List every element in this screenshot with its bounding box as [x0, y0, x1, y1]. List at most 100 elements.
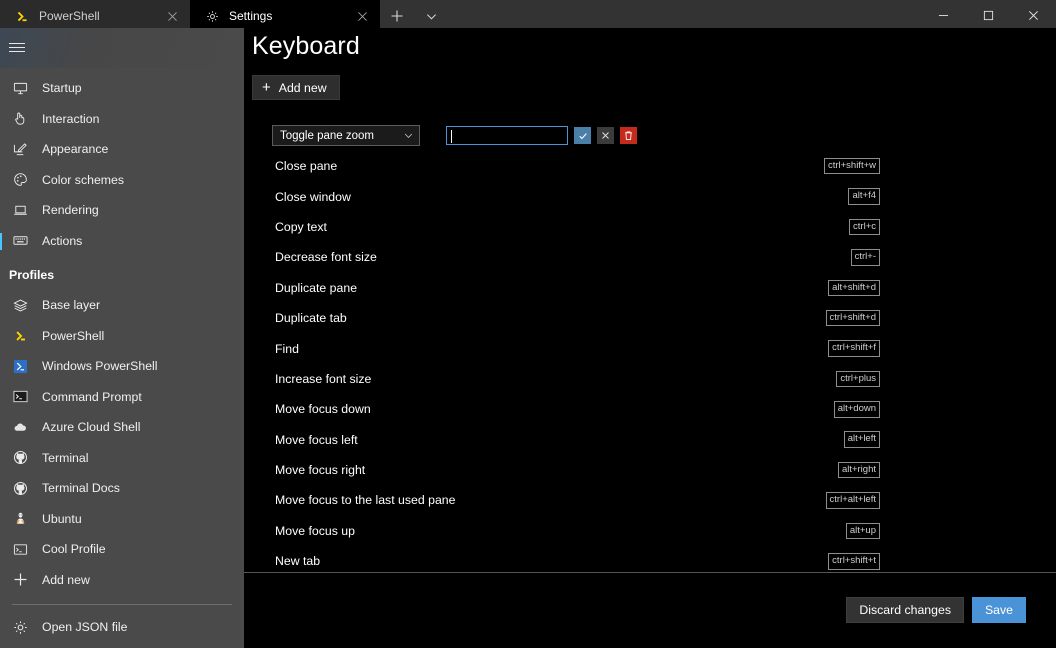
minimize-icon[interactable] [921, 0, 966, 30]
action-name: Duplicate pane [275, 280, 358, 295]
sidebar-item-appearance[interactable]: Appearance [0, 134, 244, 165]
sidebar-item-label: Command Prompt [42, 389, 142, 404]
close-icon[interactable] [1011, 0, 1056, 30]
action-row[interactable]: Move focus down alt+down [244, 394, 1056, 424]
keybinding-chip: ctrl+- [850, 249, 880, 266]
layers-icon [12, 297, 29, 314]
keybinding-chip: alt+up [845, 522, 880, 540]
github-icon [12, 480, 29, 497]
action-row[interactable]: Duplicate tab ctrl+shift+d [244, 303, 1056, 333]
keybinding-chip: alt+left [843, 431, 880, 448]
add-new-label: Add new [278, 80, 327, 95]
action-row[interactable]: New tab ctrl+shift+t [244, 546, 1056, 572]
action-row[interactable]: Close window alt+f4 [244, 181, 1056, 211]
main-content: Keyboard + Add new Toggle pane zoom Clos… [244, 28, 1056, 648]
sidebar-item-label: Interaction [42, 111, 100, 126]
sidebar-item-rendering[interactable]: Rendering [0, 195, 244, 226]
action-select-value: Toggle pane zoom [280, 129, 374, 142]
command-prompt-icon [12, 388, 29, 405]
sidebar-item-powershell[interactable]: PowerShell [0, 321, 244, 352]
chevron-down-icon [404, 131, 413, 140]
sidebar-item-label: Open JSON file [42, 620, 128, 634]
menu-button[interactable] [0, 28, 244, 66]
action-row[interactable]: Find ctrl+shift+f [244, 333, 1056, 363]
action-row[interactable]: Move focus to the last used pane ctrl+al… [244, 485, 1056, 515]
sidebar-item-label: Actions [42, 233, 83, 248]
action-row[interactable]: Move focus up alt+up [244, 516, 1056, 546]
cloud-icon [12, 419, 29, 436]
sidebar-nav: Startup Interaction Appearance Color sch… [0, 66, 244, 598]
sidebar-item-label: Terminal [42, 450, 89, 465]
monitor-icon [12, 80, 29, 97]
action-row[interactable]: Duplicate pane alt+shift+d [244, 273, 1056, 303]
actions-list: Toggle pane zoom Close pane ctrl+shift+w… [244, 120, 1056, 572]
accept-button[interactable] [574, 127, 591, 144]
close-icon[interactable] [164, 8, 180, 24]
sidebar-item-label: Startup [42, 81, 82, 96]
laptop-icon [12, 202, 29, 219]
action-row[interactable]: Close pane ctrl+shift+w [244, 151, 1056, 181]
hamburger-icon [9, 40, 25, 55]
action-name: Increase font size [275, 371, 372, 386]
sidebar-item-azure-cloud-shell[interactable]: Azure Cloud Shell [0, 412, 244, 443]
action-name: Move focus left [275, 432, 358, 447]
action-name: Duplicate tab [275, 311, 347, 326]
keybinding-chip: ctrl+plus [836, 370, 880, 388]
sidebar-item-label: Rendering [42, 203, 99, 218]
sidebar-item-terminal-docs[interactable]: Terminal Docs [0, 473, 244, 504]
windows-powershell-icon [12, 358, 29, 375]
keybinding-chip: alt+right [837, 461, 880, 479]
pencil-screen-icon [12, 141, 29, 158]
action-row[interactable]: Copy text ctrl+c [244, 212, 1056, 242]
keybinding-chip: alt+shift+d [828, 279, 880, 296]
sidebar-item-add-new[interactable]: Add new [0, 565, 244, 596]
sidebar-divider [12, 604, 232, 605]
keybinding-chip: alt+f4 [848, 188, 880, 205]
sidebar-item-actions[interactable]: Actions [0, 226, 244, 257]
tab-label: Settings [229, 9, 273, 23]
powershell-icon [14, 8, 30, 24]
action-select[interactable]: Toggle pane zoom [272, 125, 420, 146]
sidebar-item-interaction[interactable]: Interaction [0, 104, 244, 135]
terminal-window-icon [12, 541, 29, 558]
close-icon [601, 131, 610, 140]
delete-button[interactable] [620, 127, 637, 144]
text-caret [451, 130, 452, 143]
sidebar-item-label: Appearance [42, 142, 109, 157]
action-name: Close pane [275, 159, 338, 174]
keybinding-input[interactable] [446, 126, 568, 145]
sidebar-item-cool-profile[interactable]: Cool Profile [0, 534, 244, 565]
ubuntu-icon [12, 510, 29, 527]
gear-icon [12, 619, 29, 636]
action-name: Copy text [275, 219, 327, 234]
keybinding-chip: alt+down [833, 401, 880, 418]
page-title: Keyboard [252, 32, 360, 60]
footer-actions: Discard changes Save [244, 572, 1056, 648]
keybinding-chip: ctrl+shift+f [828, 340, 880, 357]
close-icon[interactable] [354, 8, 370, 24]
sidebar-item-label: Azure Cloud Shell [42, 420, 141, 435]
action-row[interactable]: Move focus left alt+left [244, 425, 1056, 455]
action-row[interactable]: Decrease font size ctrl+- [244, 242, 1056, 272]
keybinding-chip: ctrl+shift+t [828, 553, 880, 570]
save-button[interactable]: Save [971, 597, 1026, 623]
maximize-icon[interactable] [966, 0, 1011, 30]
action-row[interactable]: Increase font size ctrl+plus [244, 364, 1056, 394]
sidebar-item-windows-powershell[interactable]: Windows PowerShell [0, 351, 244, 382]
add-new-button[interactable]: + Add new [252, 75, 340, 100]
sidebar-item-startup[interactable]: Startup [0, 73, 244, 104]
discard-changes-button[interactable]: Discard changes [846, 597, 964, 623]
keybinding-chip: ctrl+shift+d [825, 309, 880, 327]
sidebar-item-terminal[interactable]: Terminal [0, 443, 244, 474]
sidebar-item-color-schemes[interactable]: Color schemes [0, 165, 244, 196]
tab-label: PowerShell [39, 9, 100, 23]
sidebar-item-command-prompt[interactable]: Command Prompt [0, 382, 244, 413]
sidebar-item-base-layer[interactable]: Base layer [0, 290, 244, 321]
action-row[interactable]: Move focus right alt+right [244, 455, 1056, 485]
plus-icon: + [262, 79, 271, 96]
sidebar-item-label: Add new [42, 572, 90, 587]
sidebar-item-open-json-file[interactable]: Open JSON file [0, 606, 244, 648]
cancel-button[interactable] [597, 127, 614, 144]
sidebar: Startup Interaction Appearance Color sch… [0, 28, 244, 648]
sidebar-item-ubuntu[interactable]: Ubuntu [0, 504, 244, 535]
